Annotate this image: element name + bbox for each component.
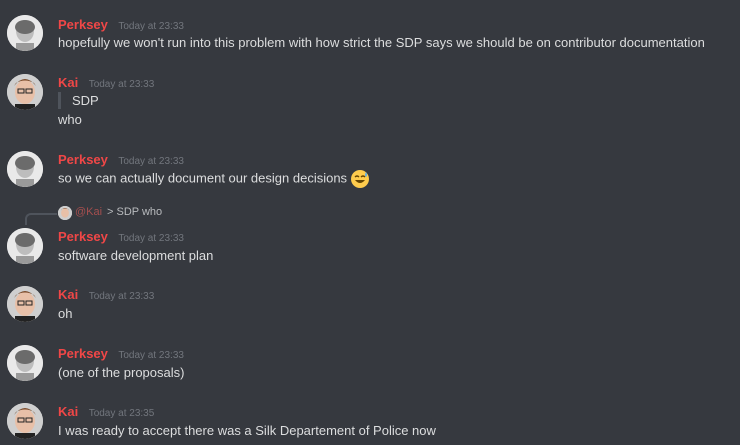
message-header: Perksey Today at 23:33	[58, 151, 184, 169]
avatar[interactable]	[7, 74, 43, 110]
timestamp: Today at 23:33	[88, 79, 155, 90]
avatar[interactable]	[7, 15, 43, 51]
quote-block: SDP	[58, 92, 99, 109]
username[interactable]: Perksey	[58, 152, 108, 167]
message-text: hopefully we won't run into this problem…	[58, 35, 705, 50]
avatar[interactable]	[7, 286, 43, 322]
username[interactable]: Perksey	[58, 229, 108, 244]
message-header: Kai Today at 23:33	[58, 286, 154, 304]
username[interactable]: Kai	[58, 75, 78, 90]
message-header: Perksey Today at 23:33	[58, 16, 184, 34]
avatar[interactable]	[7, 228, 43, 264]
timestamp: Today at 23:33	[118, 21, 184, 32]
timestamp: Today at 23:35	[88, 408, 155, 419]
sweat-smile-emoji[interactable]	[350, 169, 370, 189]
reply-preview-text: > SDP who	[107, 206, 163, 218]
reply-avatar	[58, 206, 72, 220]
message-text: I was ready to accept there was a Silk D…	[58, 423, 436, 438]
message-text: oh	[58, 306, 73, 321]
timestamp: Today at 23:33	[118, 233, 184, 244]
timestamp: Today at 23:33	[118, 350, 184, 361]
timestamp: Today at 23:33	[118, 156, 184, 167]
message-text: so we can actually document our design d…	[58, 169, 370, 189]
username[interactable]: Perksey	[58, 17, 108, 32]
avatar[interactable]	[7, 345, 43, 381]
message-text: who	[58, 112, 82, 127]
username[interactable]: Kai	[58, 287, 78, 302]
message-header: Perksey Today at 23:33	[58, 345, 184, 363]
avatar[interactable]	[7, 403, 43, 439]
message-text-body: so we can actually document our design d…	[58, 170, 348, 186]
message-text: (one of the proposals)	[58, 365, 185, 380]
message-header: Kai Today at 23:33	[58, 74, 154, 92]
reply-mention[interactable]: @Kai	[75, 206, 102, 218]
reply-reference[interactable]: @Kai > SDP who	[0, 205, 740, 225]
username[interactable]: Kai	[58, 404, 78, 419]
message-header: Perksey Today at 23:33	[58, 228, 184, 246]
avatar[interactable]	[7, 151, 43, 187]
timestamp: Today at 23:33	[88, 291, 155, 302]
username[interactable]: Perksey	[58, 346, 108, 361]
reply-connector	[25, 213, 57, 225]
message-header: Kai Today at 23:35	[58, 403, 154, 421]
message-text: software development plan	[58, 248, 214, 263]
